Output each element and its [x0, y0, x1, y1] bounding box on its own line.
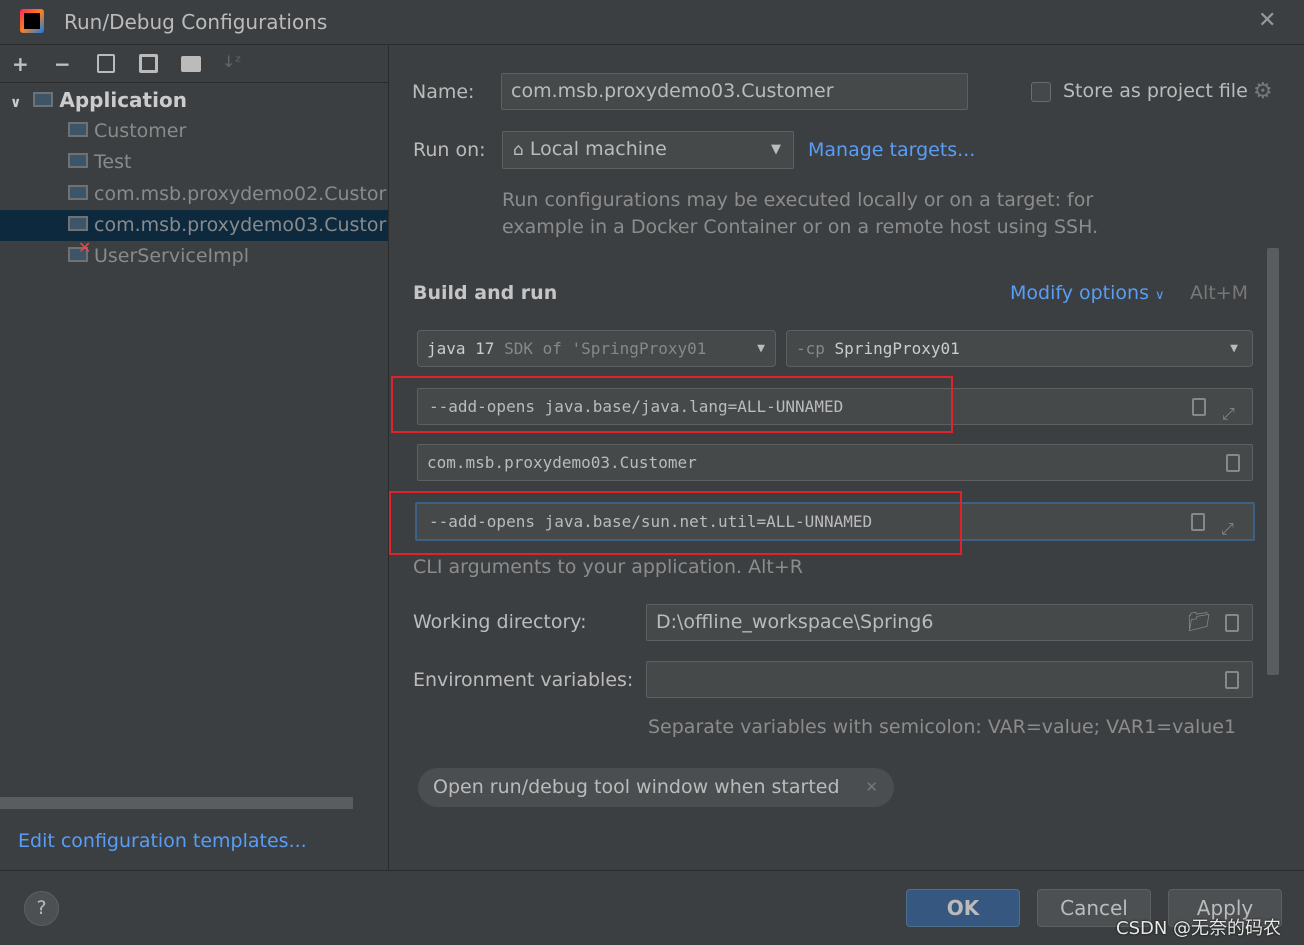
- run-on-dropdown[interactable]: ⌂ Local machine ▼: [502, 131, 794, 169]
- store-project-checkbox[interactable]: [1031, 82, 1051, 102]
- option-chip[interactable]: Open run/debug tool window when started …: [418, 768, 894, 807]
- main-class-input[interactable]: com.msb.proxydemo03.Customer: [417, 444, 1253, 481]
- modify-options-link[interactable]: Modify options ∨: [1010, 282, 1165, 304]
- run-on-description: Run configurations may be executed local…: [502, 189, 1094, 211]
- run-on-description-2: example in a Docker Container or on a re…: [502, 216, 1099, 238]
- error-icon: ✕: [78, 238, 92, 257]
- remove-icon[interactable]: −: [54, 52, 71, 76]
- application-icon: [68, 185, 88, 200]
- name-label: Name:: [412, 81, 475, 103]
- application-icon: [68, 153, 88, 168]
- highlight-box: [389, 491, 962, 555]
- classpath-dropdown[interactable]: -cp SpringProxy01 ▼: [786, 330, 1253, 367]
- args-hint: CLI arguments to your application. Alt+R: [413, 556, 803, 578]
- store-project-label: Store as project file: [1063, 80, 1248, 102]
- save-icon[interactable]: [139, 54, 158, 73]
- document-icon[interactable]: [1192, 398, 1206, 416]
- env-input[interactable]: [646, 661, 1253, 698]
- tree-item[interactable]: com.msb.proxydemo02.Custor: [0, 179, 388, 210]
- window-title: Run/Debug Configurations: [64, 10, 328, 34]
- close-icon[interactable]: ✕: [865, 768, 878, 807]
- document-icon[interactable]: [1225, 614, 1239, 632]
- new-folder-icon[interactable]: [181, 56, 201, 72]
- workdir-input[interactable]: D:\offline_workspace\Spring6 📁︎: [646, 604, 1253, 641]
- tree-item-selected[interactable]: com.msb.proxydemo03.Custor: [0, 210, 388, 241]
- vertical-scrollbar[interactable]: [1267, 248, 1279, 675]
- copy-icon[interactable]: [97, 54, 115, 73]
- document-icon[interactable]: [1225, 671, 1239, 689]
- watermark: CSDN @无奈的码农: [1116, 918, 1282, 939]
- close-icon[interactable]: ✕: [1258, 8, 1276, 33]
- document-icon[interactable]: [1226, 454, 1240, 472]
- modify-shortcut: Alt+M: [1190, 282, 1249, 304]
- manage-targets-link[interactable]: Manage targets...: [808, 139, 975, 161]
- dropdown-arrow-icon: ▼: [771, 142, 781, 157]
- ok-button[interactable]: OK: [906, 889, 1020, 927]
- application-icon: [68, 216, 88, 231]
- home-icon: ⌂: [513, 140, 524, 160]
- help-button[interactable]: ?: [24, 891, 59, 926]
- tree-group-application[interactable]: ∨ Application: [0, 85, 388, 116]
- folder-icon[interactable]: 📁︎: [1187, 605, 1211, 640]
- expand-icon[interactable]: ⤢: [1221, 511, 1234, 539]
- application-icon: [68, 122, 88, 137]
- chevron-down-icon: ∨: [1155, 288, 1165, 303]
- document-icon[interactable]: [1191, 513, 1205, 531]
- add-icon[interactable]: +: [12, 52, 29, 76]
- edit-templates-link[interactable]: Edit configuration templates...: [18, 830, 307, 852]
- build-run-heading: Build and run: [413, 282, 558, 304]
- jdk-dropdown[interactable]: java 17 SDK of 'SpringProxy01 ▼: [417, 330, 776, 367]
- tree-item[interactable]: Test: [0, 147, 388, 178]
- run-on-label: Run on:: [413, 139, 486, 161]
- chevron-down-icon[interactable]: ∨: [10, 95, 21, 111]
- tree-item[interactable]: Customer: [0, 116, 388, 147]
- sort-icon[interactable]: ↓ᶻ: [222, 52, 241, 71]
- gear-icon[interactable]: ⚙: [1253, 79, 1273, 104]
- workdir-label: Working directory:: [413, 611, 587, 633]
- expand-icon[interactable]: ⤢: [1222, 396, 1235, 424]
- name-input[interactable]: com.msb.proxydemo03.Customer: [501, 73, 968, 110]
- dropdown-arrow-icon: ▼: [1230, 341, 1238, 356]
- highlight-box: [391, 376, 953, 433]
- intellij-logo-icon: [20, 9, 44, 33]
- tree-item[interactable]: UserServiceImpl: [0, 241, 388, 272]
- env-hint: Separate variables with semicolon: VAR=v…: [648, 716, 1237, 738]
- horizontal-scrollbar[interactable]: [0, 797, 353, 809]
- env-label: Environment variables:: [413, 669, 634, 691]
- application-icon: [33, 92, 54, 107]
- dropdown-arrow-icon: ▼: [757, 331, 765, 366]
